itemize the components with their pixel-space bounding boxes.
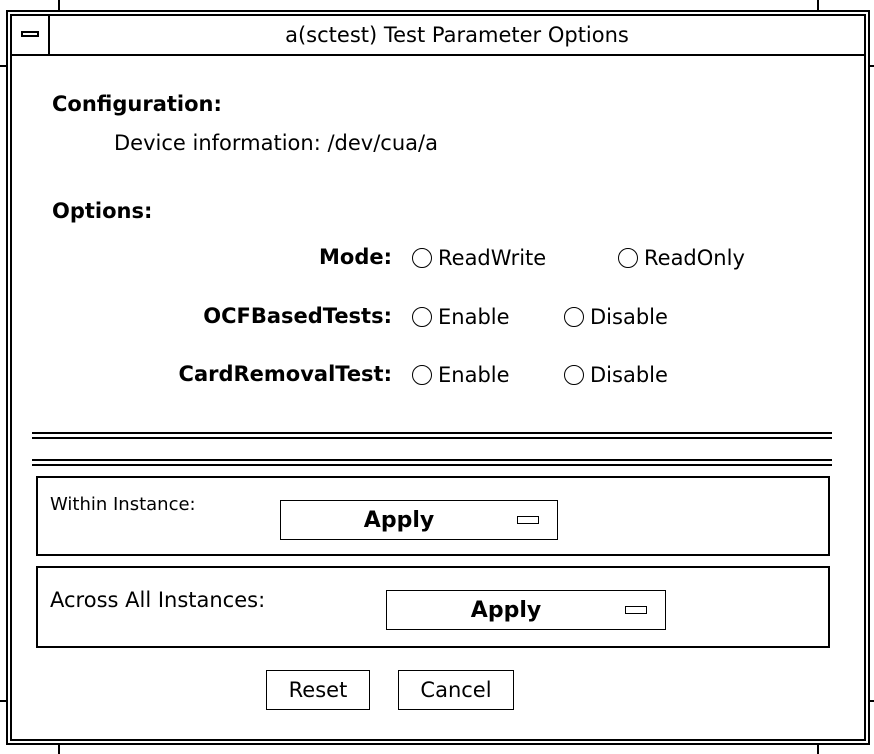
separator-line	[32, 459, 832, 461]
within-instance-group: Within Instance: Apply	[36, 476, 830, 556]
across-instances-label: Across All Instances:	[50, 588, 266, 612]
radio-unselected-icon	[412, 248, 432, 268]
separator-line	[32, 464, 832, 466]
device-info-row: Device information: /dev/cua/a	[114, 131, 438, 155]
title-bar[interactable]: a(sctest) Test Parameter Options	[10, 14, 866, 56]
configuration-heading: Configuration:	[52, 92, 222, 116]
frame-resize-corner[interactable]	[58, 745, 60, 754]
radio-unselected-icon	[564, 307, 584, 327]
menu-button-icon	[625, 606, 647, 614]
card-removal-disable-radio[interactable]: Disable	[564, 363, 668, 387]
ocf-enable-radio[interactable]: Enable	[412, 305, 510, 329]
separator-line	[32, 437, 832, 439]
radio-unselected-icon	[412, 307, 432, 327]
radio-unselected-icon	[412, 365, 432, 385]
ocf-disable-radio[interactable]: Disable	[564, 305, 668, 329]
across-instances-apply-button[interactable]: Apply	[386, 590, 666, 630]
separator-line	[32, 432, 832, 434]
dialog-content: Configuration: Device information: /dev/…	[10, 56, 866, 741]
card-removal-enable-radio[interactable]: Enable	[412, 363, 510, 387]
within-instance-label: Within Instance:	[50, 494, 196, 515]
device-info-value: /dev/cua/a	[327, 131, 438, 155]
cancel-button[interactable]: Cancel	[398, 670, 514, 710]
ocf-based-tests-label: OCFBasedTests:	[203, 304, 392, 328]
radio-unselected-icon	[618, 248, 638, 268]
card-removal-test-label: CardRemovalTest:	[178, 362, 392, 386]
frame-resize-corner[interactable]	[58, 0, 60, 10]
frame-resize-corner[interactable]	[870, 65, 874, 67]
window-title: a(sctest) Test Parameter Options	[285, 23, 629, 47]
within-instance-apply-button[interactable]: Apply	[280, 500, 558, 540]
reset-button[interactable]: Reset	[266, 670, 370, 710]
menu-button-icon	[517, 516, 539, 524]
mode-readwrite-radio[interactable]: ReadWrite	[412, 246, 546, 270]
mode-readonly-radio[interactable]: ReadOnly	[618, 246, 745, 270]
window-menu-icon	[21, 31, 39, 37]
frame-resize-corner[interactable]	[817, 0, 819, 10]
mode-label: Mode:	[319, 245, 392, 269]
window-menu-button[interactable]	[12, 16, 50, 54]
frame-resize-corner[interactable]	[870, 700, 874, 702]
options-heading: Options:	[52, 199, 153, 223]
across-instances-group: Across All Instances: Apply	[36, 566, 830, 648]
radio-unselected-icon	[564, 365, 584, 385]
device-info-label: Device information:	[114, 131, 321, 155]
frame-resize-corner[interactable]	[817, 745, 819, 754]
